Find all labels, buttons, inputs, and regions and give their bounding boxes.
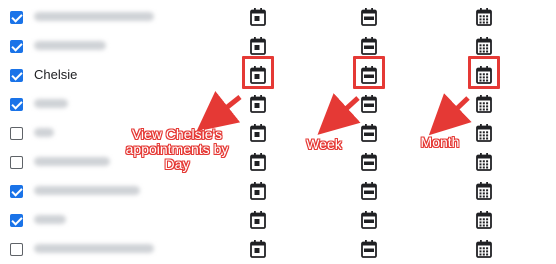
month-arrow [428, 93, 472, 136]
week-annotation: Week [306, 136, 342, 152]
day-arrow [196, 91, 242, 132]
annotation-arrows [196, 91, 472, 136]
week-arrow [317, 93, 361, 135]
day-annotation: View Chelsie's appointments by Day [125, 126, 229, 172]
month-annotation: Month [420, 134, 460, 150]
